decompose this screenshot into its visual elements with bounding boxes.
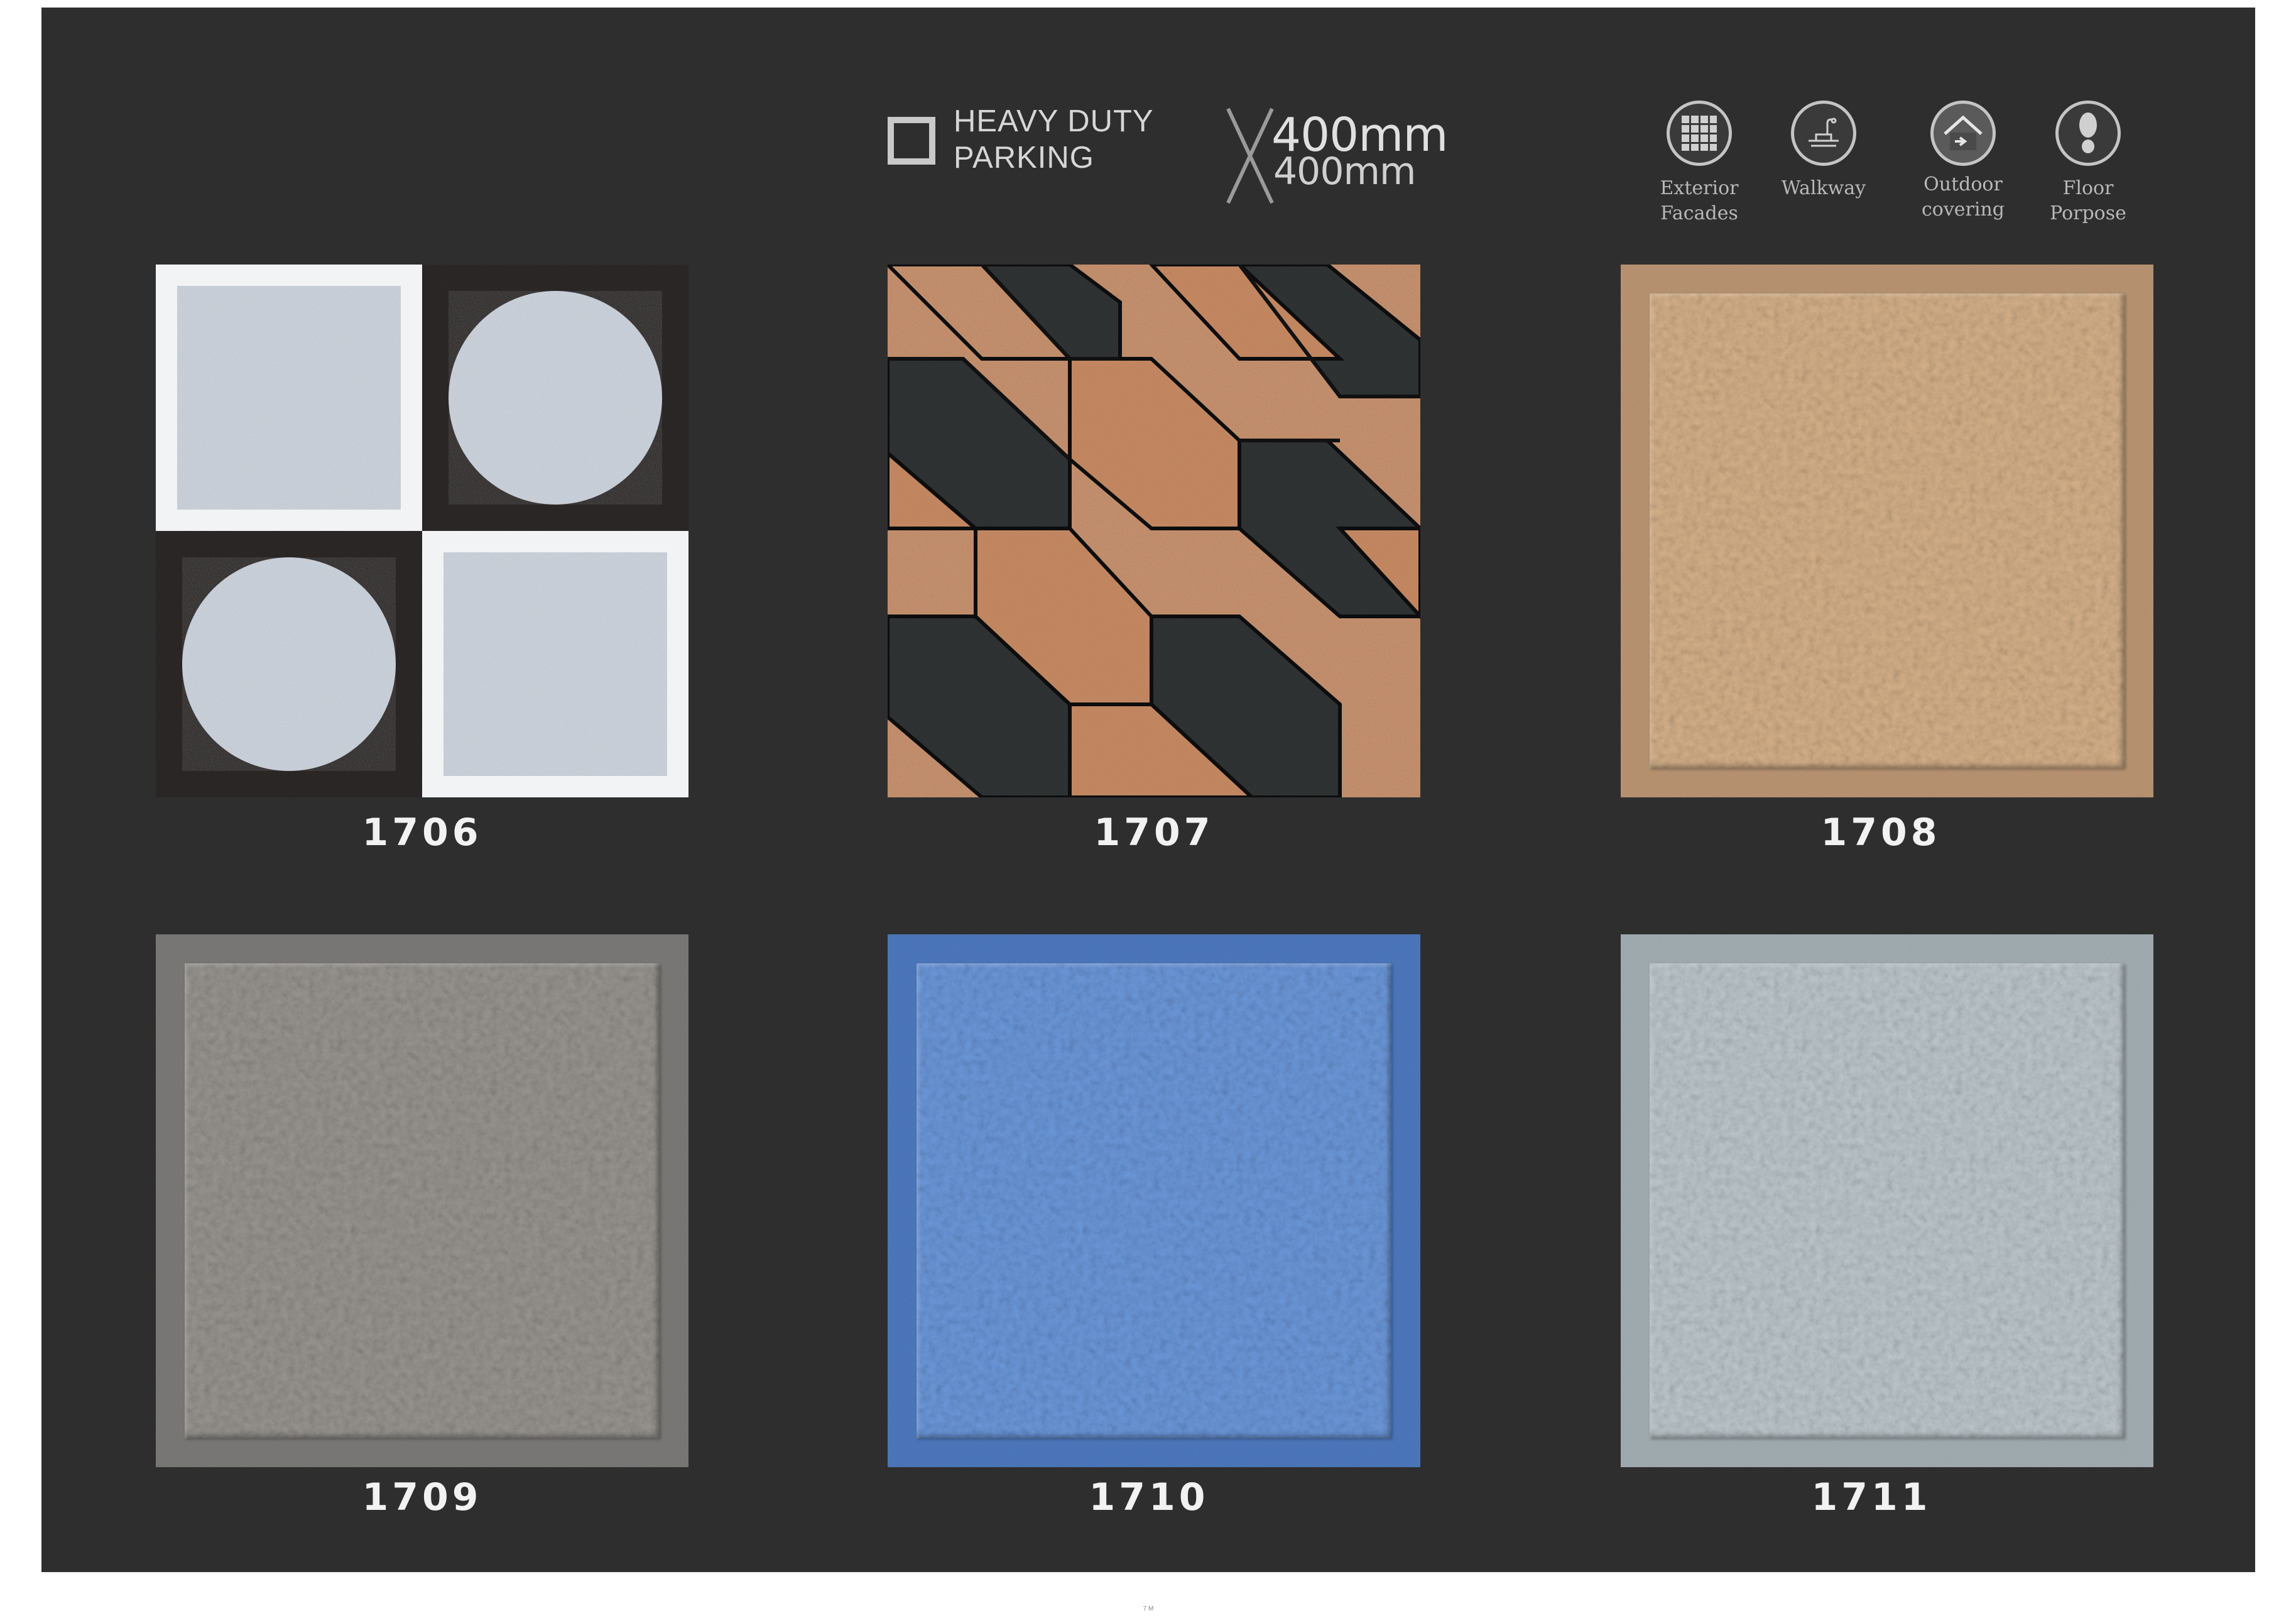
usage-label: Floor Porpose bbox=[2050, 177, 2126, 224]
outdoor-house-icon bbox=[1930, 101, 1996, 166]
size-x-icon bbox=[1226, 107, 1274, 204]
tile-1706-pattern bbox=[156, 265, 688, 797]
tile-1707[interactable] bbox=[888, 265, 1420, 797]
tile-code: 1707 bbox=[1094, 811, 1214, 855]
usage-label: Exterior Facades bbox=[1660, 177, 1739, 224]
tile-code: 1709 bbox=[362, 1475, 482, 1519]
grid-icon bbox=[1667, 101, 1732, 166]
category-line-2: PARKING bbox=[954, 141, 1094, 175]
category-line-1: HEAVY DUTY bbox=[954, 104, 1154, 138]
tile-1711[interactable] bbox=[1621, 934, 2153, 1467]
usage-walkway: Walkway bbox=[1761, 101, 1886, 201]
tile-1707-pattern bbox=[888, 265, 1420, 797]
tile-code: 1711 bbox=[1811, 1475, 1932, 1519]
page-number: 7 M bbox=[1143, 1605, 1154, 1612]
usage-outdoor-covering: Outdoor covering bbox=[1900, 101, 2026, 222]
category-title: HEAVY DUTY PARKING bbox=[954, 103, 1154, 176]
category-square-icon bbox=[888, 117, 935, 165]
tile-code: 1710 bbox=[1089, 1475, 1209, 1519]
walkway-icon bbox=[1791, 101, 1856, 166]
tile-code: 1706 bbox=[362, 811, 482, 855]
tile-raised-frame bbox=[917, 963, 1391, 1438]
tile-raised-frame bbox=[185, 963, 660, 1438]
tile-1708[interactable] bbox=[1621, 265, 2153, 797]
tile-1706[interactable] bbox=[156, 265, 688, 797]
tile-1710[interactable] bbox=[888, 934, 1420, 1467]
tile-code: 1708 bbox=[1820, 811, 1941, 855]
tile-raised-frame bbox=[1650, 963, 2125, 1438]
usage-floor-purpose: Floor Porpose bbox=[2025, 101, 2151, 226]
usage-label: Outdoor covering bbox=[1921, 173, 2005, 221]
footprint-icon bbox=[2055, 101, 2121, 166]
usage-label: Walkway bbox=[1781, 177, 1866, 199]
tile-1709[interactable] bbox=[156, 934, 688, 1467]
size-height: 400mm bbox=[1273, 150, 1416, 194]
tile-raised-frame bbox=[1650, 293, 2125, 768]
usage-exterior-facades: Exterior Facades bbox=[1636, 101, 1762, 226]
